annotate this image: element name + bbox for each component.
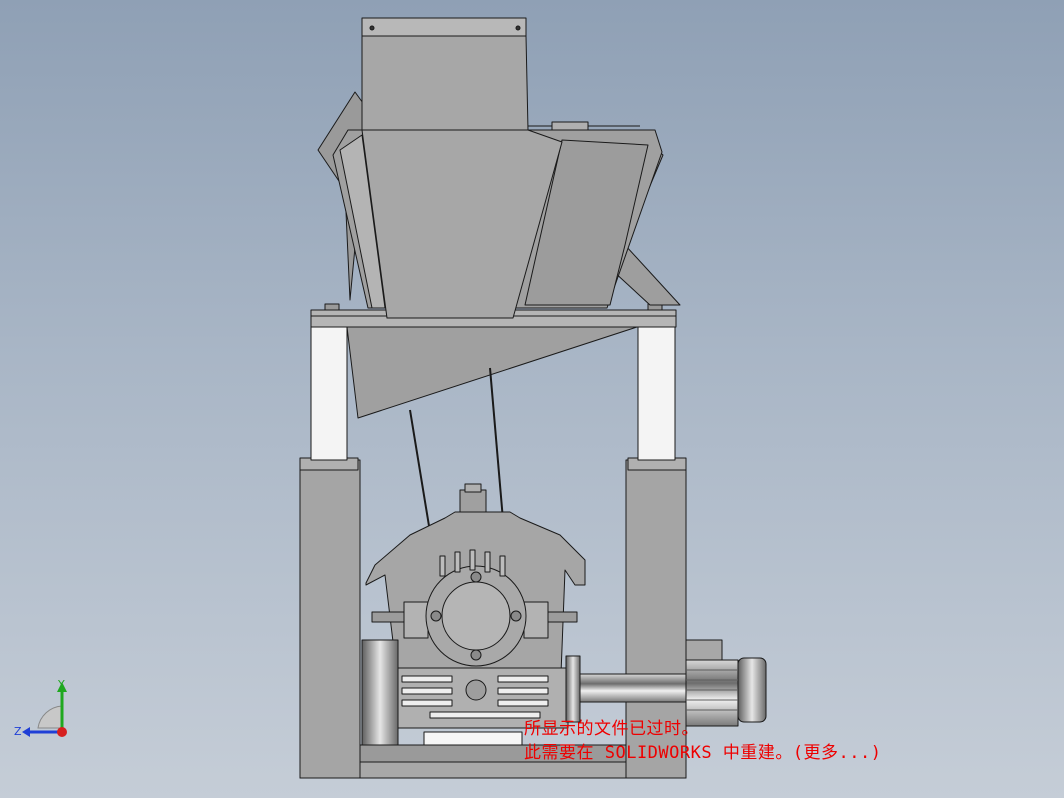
y-axis-label: Y xyxy=(57,678,65,691)
left-pulley xyxy=(361,639,399,746)
rebuild-warning-line1[interactable]: 所显示的文件已过时。 xyxy=(524,714,699,739)
graphics-viewport[interactable] xyxy=(0,0,1064,798)
crusher-model[interactable] xyxy=(0,0,1064,798)
rebuild-warning-line2[interactable]: 此需要在 SOLIDWORKS 中重建。(更多...) xyxy=(524,738,882,763)
triad-plane-icon xyxy=(37,705,63,729)
origin-icon xyxy=(57,727,67,737)
discharge-chute xyxy=(346,326,638,419)
view-triad[interactable]: Y Z xyxy=(10,676,80,746)
z-arrow-icon xyxy=(22,727,30,737)
z-axis-label: Z xyxy=(14,725,22,738)
